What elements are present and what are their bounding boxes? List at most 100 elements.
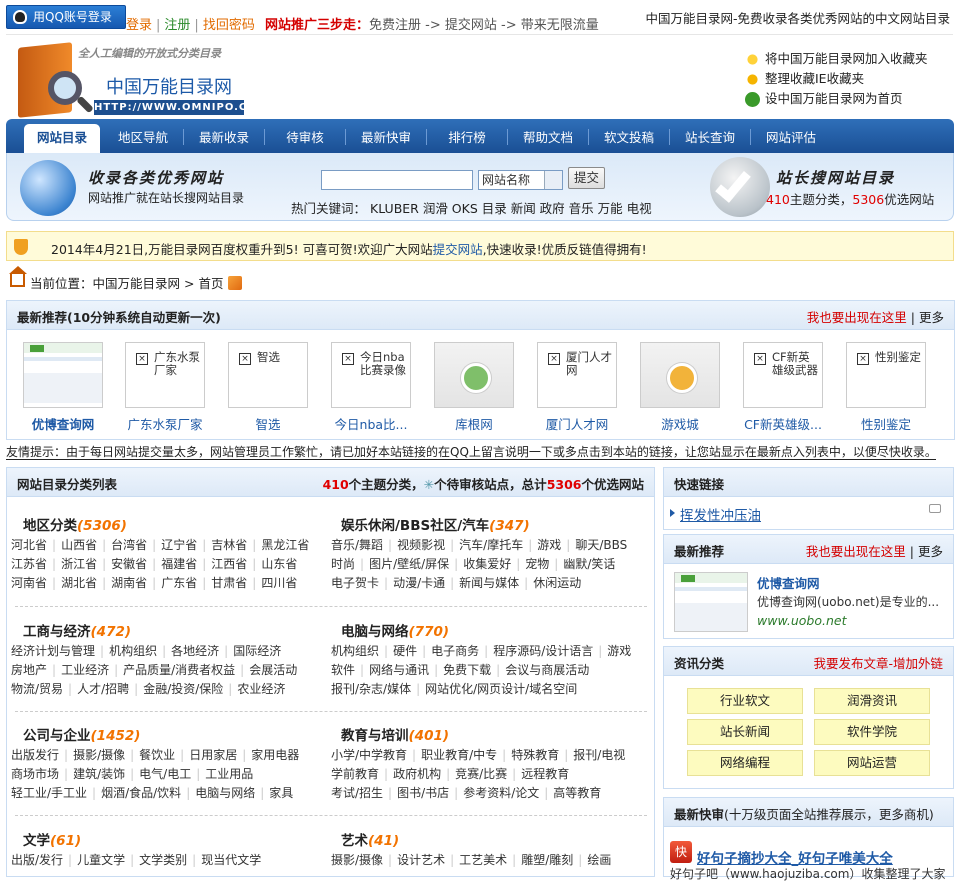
fast-review-link[interactable]: 好句子摘抄大全_好句子唯美大全 [697, 847, 893, 867]
site-logo[interactable]: 全人工编辑的开放式分类目录 中国万能目录网 HTTP://WWW.OMNIPO.… [18, 42, 256, 118]
search-submit-button[interactable]: 提交 [568, 167, 605, 189]
nav-pending[interactable]: 待审核 [265, 124, 345, 153]
subcategory-link[interactable]: 图书/书店 [397, 786, 449, 800]
subcategory-link[interactable]: 视频影视 [397, 538, 445, 552]
subcategory-link[interactable]: 机构组织 [331, 644, 379, 658]
subcategory-link[interactable]: 游戏 [537, 538, 561, 552]
ad-link[interactable]: 我也要出现在这里 [806, 544, 906, 559]
subcategory-link[interactable]: 安徽省 [111, 557, 147, 571]
subcategory-link[interactable]: 电子贺卡 [331, 576, 379, 590]
subcategory-link[interactable]: 四川省 [261, 576, 297, 590]
site-thumbnail[interactable]: × 厦门人才网 [537, 342, 617, 408]
subcategory-link[interactable]: 竞赛/比赛 [455, 767, 507, 781]
category-title-link[interactable]: 工商与经济 [23, 624, 91, 640]
subcategory-link[interactable]: 雕塑/雕刻 [521, 853, 573, 867]
site-caption[interactable]: 智选 [218, 414, 318, 433]
subcategory-link[interactable]: 物流/贸易 [11, 682, 63, 696]
site-thumbnail[interactable]: × 性别鉴定 [846, 342, 926, 408]
subcategory-link[interactable]: 电子商务 [431, 644, 479, 658]
subcategory-link[interactable]: 经济计划与管理 [11, 644, 95, 658]
subcategory-link[interactable]: 报刊/杂志/媒体 [331, 682, 411, 696]
subcategory-link[interactable]: 幽默/笑话 [563, 557, 615, 571]
news-category-button[interactable]: 行业软文 [687, 688, 803, 714]
ad-link[interactable]: 我也要出现在这里 [807, 310, 907, 325]
subcategory-link[interactable]: 参考资料/论文 [463, 786, 539, 800]
subcategory-link[interactable]: 工艺美术 [459, 853, 507, 867]
publish-article-link[interactable]: 我要发布文章-增加外链 [813, 656, 943, 671]
subcategory-link[interactable]: 远程教育 [521, 767, 569, 781]
subcategory-link[interactable]: 吉林省 [211, 538, 247, 552]
subcategory-link[interactable]: 山西省 [61, 538, 97, 552]
qq-login-button[interactable]: 用QQ账号登录 [6, 5, 126, 29]
nav-region[interactable]: 地区导航 [104, 124, 182, 153]
site-thumbnail[interactable] [674, 572, 748, 632]
subcategory-link[interactable]: 现当代文学 [201, 853, 261, 867]
step-register-link[interactable]: 免费注册 [369, 18, 421, 33]
subcategory-link[interactable]: 工业用品 [205, 767, 253, 781]
subcategory-link[interactable]: 游戏 [607, 644, 631, 658]
site-thumbnail[interactable] [640, 342, 720, 408]
subcategory-link[interactable]: 休闲运动 [533, 576, 581, 590]
subcategory-link[interactable]: 报刊/电视 [573, 748, 625, 762]
subcategory-link[interactable]: 程序源码/设计语言 [493, 644, 593, 658]
subcategory-link[interactable]: 家用电器 [251, 748, 299, 762]
subcategory-link[interactable]: 产品质量/消费者权益 [123, 663, 235, 677]
subcategory-link[interactable]: 日用家居 [189, 748, 237, 762]
nav-fast-review[interactable]: 最新快审 [346, 124, 426, 153]
site-thumbnail[interactable]: × 广东水泵厂家 [125, 342, 205, 408]
category-title-link[interactable]: 文学 [23, 833, 50, 849]
subcategory-link[interactable]: 黑龙江省 [261, 538, 309, 552]
subcategory-link[interactable]: 餐饮业 [139, 748, 175, 762]
subcategory-link[interactable]: 国际经济 [233, 644, 281, 658]
category-title-link[interactable]: 娱乐休闲/BBS社区/汽车 [341, 518, 489, 534]
nav-help[interactable]: 帮助文档 [508, 124, 588, 153]
subcategory-link[interactable]: 小学/中学教育 [331, 748, 407, 762]
subcategory-link[interactable]: 烟酒/食品/饮料 [101, 786, 181, 800]
news-category-button[interactable]: 网站运营 [814, 750, 930, 776]
retrieve-password-link[interactable]: 找回密码 [203, 18, 255, 33]
site-thumbnail[interactable]: × CF新英雄级武器 [743, 342, 823, 408]
subcategory-link[interactable]: 免费下载 [443, 663, 491, 677]
nav-articles[interactable]: 软文投稿 [589, 124, 669, 153]
login-link[interactable]: 登录 [126, 18, 152, 33]
subcategory-link[interactable]: 高等教育 [553, 786, 601, 800]
quick-link[interactable]: 挥发性冲压油 [670, 504, 761, 524]
category-title-link[interactable]: 艺术 [341, 833, 368, 849]
subcategory-link[interactable]: 出版/发行 [11, 853, 63, 867]
site-name-link[interactable]: 优博查询网 [757, 573, 820, 592]
category-title-link[interactable]: 公司与企业 [23, 728, 91, 744]
subcategory-link[interactable]: 考试/招生 [331, 786, 383, 800]
site-caption[interactable]: 广东水泵厂家 [115, 414, 215, 433]
subcategory-link[interactable]: 网络与通讯 [369, 663, 429, 677]
subcategory-link[interactable]: 江西省 [211, 557, 247, 571]
nav-ranking[interactable]: 排行榜 [427, 124, 507, 153]
subcategory-link[interactable]: 设计艺术 [397, 853, 445, 867]
subcategory-link[interactable]: 湖南省 [111, 576, 147, 590]
site-thumbnail[interactable] [434, 342, 514, 408]
subcategory-link[interactable]: 轻工业/手工业 [11, 786, 87, 800]
subcategory-link[interactable]: 辽宁省 [161, 538, 197, 552]
subcategory-link[interactable]: 商场市场 [11, 767, 59, 781]
organize-favorites-link[interactable]: 整理收藏IE收藏夹 [745, 69, 928, 89]
hot-keyword-list[interactable]: KLUBER 润滑 OKS 目录 新闻 政府 音乐 万能 电视 [370, 201, 652, 216]
subcategory-link[interactable]: 房地产 [11, 663, 47, 677]
subcategory-link[interactable]: 硬件 [393, 644, 417, 658]
site-caption[interactable]: 厦门人才网 [527, 414, 627, 433]
breadcrumb-site-link[interactable]: 中国万能目录网 [93, 276, 181, 291]
subcategory-link[interactable]: 特殊教育 [511, 748, 559, 762]
subcategory-link[interactable]: 音乐/舞蹈 [331, 538, 383, 552]
subcategory-link[interactable]: 电气/电工 [139, 767, 191, 781]
subcategory-link[interactable]: 山东省 [261, 557, 297, 571]
subcategory-link[interactable]: 会议与商展活动 [505, 663, 589, 677]
category-title-link[interactable]: 电脑与网络 [341, 624, 409, 640]
news-category-button[interactable]: 网络编程 [687, 750, 803, 776]
nav-webmaster-query[interactable]: 站长查询 [670, 124, 750, 153]
add-favorite-link[interactable]: 将中国万能目录网加入收藏夹 [745, 49, 928, 69]
nav-evaluation[interactable]: 网站评估 [751, 124, 831, 153]
subcategory-link[interactable]: 政府机构 [393, 767, 441, 781]
subcategory-link[interactable]: 摄影/摄像 [73, 748, 125, 762]
subcategory-link[interactable]: 软件 [331, 663, 355, 677]
category-title-link[interactable]: 地区分类 [23, 518, 77, 534]
subcategory-link[interactable]: 甘肃省 [211, 576, 247, 590]
search-type-select[interactable]: 网站名称 [478, 170, 563, 190]
